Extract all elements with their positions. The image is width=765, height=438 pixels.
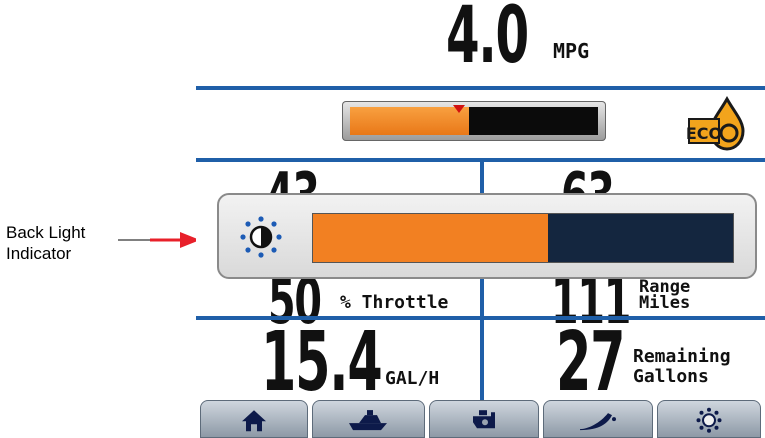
throttle-unit: % Throttle (340, 292, 449, 313)
backlight-callout: Back Light Indicator (6, 222, 85, 264)
gauge-screen: 4.0 MPG ECO 43 63 50 % Throttle 111 Rang… (196, 0, 765, 438)
boat-icon (348, 410, 387, 431)
divider (196, 86, 765, 90)
trim-icon (580, 413, 616, 431)
economy-fill (350, 107, 469, 135)
callout-line1: Back Light (6, 223, 86, 242)
mpg-unit: MPG (553, 39, 590, 63)
economy-marker-icon (453, 105, 465, 113)
remaining-unit: Remaining (633, 346, 731, 367)
backlight-indicator[interactable] (217, 193, 757, 279)
fuel-flow-unit: GAL/H (385, 368, 440, 389)
remaining-value: 27 (556, 315, 626, 410)
mpg-value: 4.0 (446, 0, 529, 81)
tab-engine[interactable] (429, 400, 539, 438)
eco-label: ECO (686, 124, 722, 143)
backlight-level-fill (313, 214, 548, 262)
fuel-flow-value: 15.4 (261, 315, 383, 410)
economy-empty (469, 107, 598, 135)
tab-bar (196, 400, 765, 438)
engine-icon (473, 410, 495, 429)
tab-boat[interactable] (312, 400, 425, 438)
home-icon (242, 410, 266, 432)
eco-fuel-drop-icon: ECO (686, 95, 745, 151)
tab-settings[interactable] (657, 400, 761, 438)
backlight-level-bar[interactable] (312, 213, 734, 263)
callout-line2: Indicator (6, 244, 72, 263)
brightness-icon (240, 216, 282, 258)
range-unit-miles: Miles (639, 293, 691, 313)
settings-sun-icon (696, 407, 722, 433)
tab-trim[interactable] (543, 400, 653, 438)
tab-home[interactable] (200, 400, 308, 438)
economy-bar (342, 101, 606, 141)
remaining-unit-gallons: Gallons (633, 366, 709, 387)
